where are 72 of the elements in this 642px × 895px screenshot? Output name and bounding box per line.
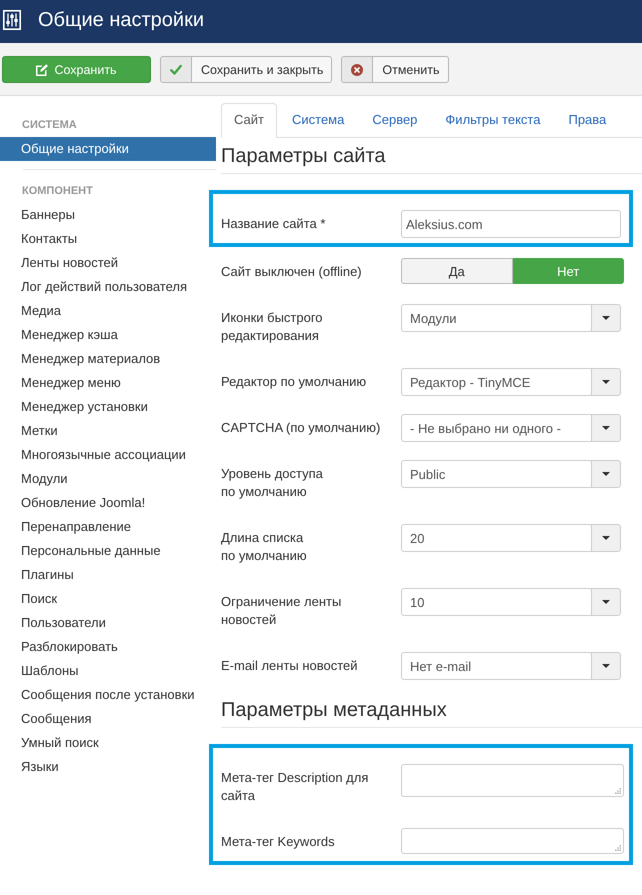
sliders-icon xyxy=(3,10,21,30)
tab[interactable]: Сервер xyxy=(359,103,430,138)
sidebar-item[interactable]: Плагины xyxy=(0,563,216,587)
sidebar-item[interactable]: Шаблоны xyxy=(0,659,216,683)
sidebar-item[interactable]: Языки xyxy=(0,755,216,779)
cancel-icon xyxy=(351,64,364,76)
field-label: Иконки быстрого редактирования xyxy=(221,309,324,345)
sidebar-item[interactable]: Ленты новостей xyxy=(0,251,216,275)
resize-grip-icon[interactable] xyxy=(615,845,621,851)
toggle-option[interactable]: Да xyxy=(401,258,512,284)
sidebar-item[interactable]: Сообщения после установки xyxy=(0,683,216,707)
sidebar-item[interactable]: Сообщения xyxy=(0,707,216,731)
field-label: Ограничение ленты новостей xyxy=(221,593,342,629)
resize-grip-icon[interactable] xyxy=(615,788,621,794)
field-label: Сайт выключен (offline) xyxy=(221,263,363,281)
sidebar-item[interactable]: Медиа xyxy=(0,299,216,323)
field-label: Уровень доступа по умолчанию xyxy=(221,465,324,501)
text-input[interactable]: Aleksius.com xyxy=(401,210,621,238)
dropdown[interactable]: Модули xyxy=(401,304,621,332)
check-icon xyxy=(170,64,182,76)
caret-icon xyxy=(602,316,610,320)
sidebar-item[interactable]: Умный поиск xyxy=(0,731,216,755)
sidebar-item[interactable]: Лог действий пользователя xyxy=(0,275,216,299)
caret-icon xyxy=(602,380,610,384)
tab[interactable]: Сайт xyxy=(221,103,277,138)
sidebar-item[interactable]: Разблокировать xyxy=(0,635,216,659)
sidebar-item[interactable]: Баннеры xyxy=(0,203,216,227)
sidebar-item[interactable]: Пользователи xyxy=(0,611,216,635)
sidebar-item[interactable]: Менеджер кэша xyxy=(0,323,216,347)
dropdown[interactable]: Public xyxy=(401,460,621,488)
sidebar-item[interactable]: Модули xyxy=(0,467,216,491)
sidebar-item[interactable]: Метки xyxy=(0,419,216,443)
sidebar-item[interactable]: Перенаправление xyxy=(0,515,216,539)
section-heading: Параметры метаданных xyxy=(221,698,642,728)
dropdown[interactable]: - Не выбрано ни одного - xyxy=(401,414,621,442)
section-heading: Параметры сайта xyxy=(221,144,642,174)
caret-icon xyxy=(602,664,610,668)
dropdown[interactable]: 20 xyxy=(401,524,621,552)
field-label: Название сайта * xyxy=(221,215,326,233)
sidebar-item[interactable]: Общие настройки xyxy=(0,137,216,161)
caret-icon xyxy=(602,600,610,604)
field-label: Длина списка по умолчанию xyxy=(221,529,308,565)
cancel-button[interactable]: Отменить xyxy=(341,56,448,83)
field-label: Мета-тег Description для сайта xyxy=(221,769,370,805)
text-area[interactable] xyxy=(401,828,624,854)
tab[interactable]: Фильтры текста xyxy=(432,103,554,138)
sidebar-heading: СИСТЕМА xyxy=(21,118,78,133)
tab[interactable]: Права xyxy=(555,103,620,138)
caret-icon xyxy=(602,536,610,540)
save-and-close-button[interactable]: Сохранить и закрыть xyxy=(160,56,332,83)
sidebar-item[interactable]: Менеджер установки xyxy=(0,395,216,419)
field-label: Мета-тег Keywords xyxy=(221,833,336,851)
sidebar-item[interactable]: Менеджер материалов xyxy=(0,347,216,371)
sidebar-heading: КОМПОНЕНТ xyxy=(21,184,94,199)
field-label: CAPTCHA (по умолчанию) xyxy=(221,419,382,437)
caret-icon xyxy=(602,472,610,476)
page-title: Общие настройки xyxy=(38,8,204,32)
sidebar-item[interactable]: Контакты xyxy=(0,227,216,251)
field-label: Редактор по умолчанию xyxy=(221,373,368,391)
caret-icon xyxy=(602,426,610,430)
sidebar-item[interactable]: Обновление Joomla! xyxy=(0,491,216,515)
sidebar-item[interactable]: Поиск xyxy=(0,587,216,611)
tab[interactable]: Система xyxy=(278,103,358,138)
dropdown[interactable]: 10 xyxy=(401,588,621,616)
edit-icon xyxy=(36,64,48,76)
text-area[interactable] xyxy=(401,764,624,797)
dropdown[interactable]: Нет e-mail xyxy=(401,652,621,680)
sidebar-item[interactable]: Менеджер меню xyxy=(0,371,216,395)
field-label: E-mail ленты новостей xyxy=(221,657,359,675)
sidebar-item[interactable]: Персональные данные xyxy=(0,539,216,563)
sidebar-item[interactable]: Многоязычные ассоциации xyxy=(0,443,216,467)
dropdown[interactable]: Редактор - TinyMCE xyxy=(401,368,621,396)
